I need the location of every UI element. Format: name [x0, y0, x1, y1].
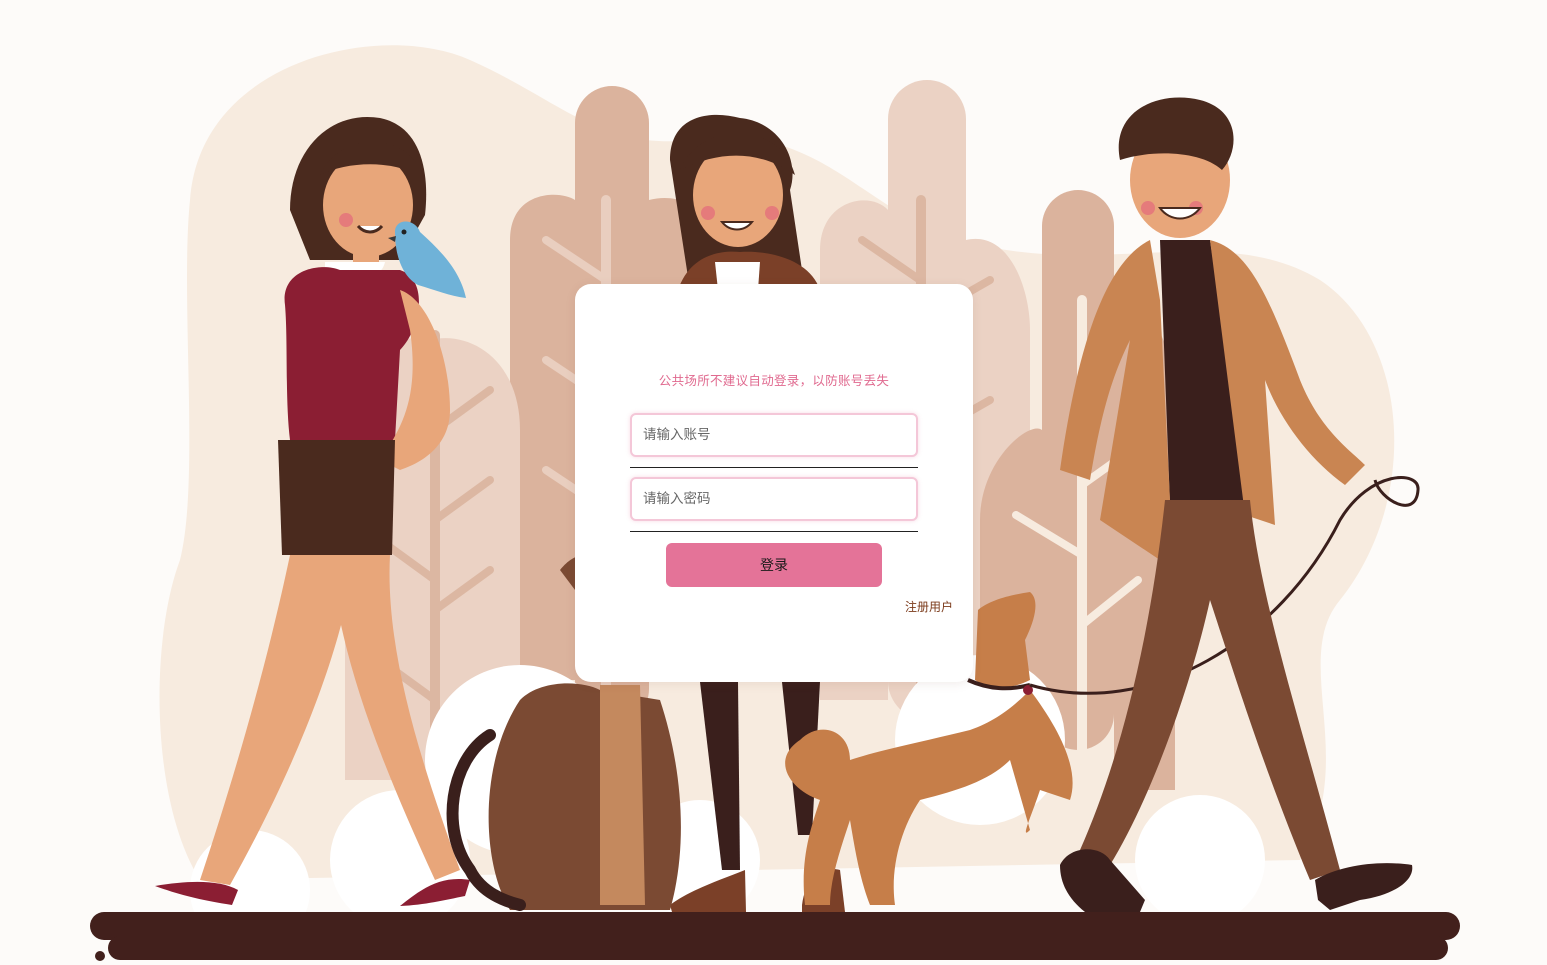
password-field-wrapper — [630, 477, 918, 532]
login-button[interactable]: 登录 — [666, 543, 882, 587]
password-input[interactable] — [630, 477, 918, 521]
auto-login-notice: 公共场所不建议自动登录，以防账号丢失 — [658, 373, 890, 388]
ground-line — [90, 912, 1460, 961]
login-card: 公共场所不建议自动登录，以防账号丢失 登录 注册用户 — [575, 284, 973, 682]
password-underline — [630, 531, 918, 532]
username-input[interactable] — [630, 413, 918, 457]
username-underline — [630, 467, 918, 468]
register-user-link[interactable]: 注册用户 — [905, 598, 953, 615]
username-field-wrapper — [630, 413, 918, 468]
